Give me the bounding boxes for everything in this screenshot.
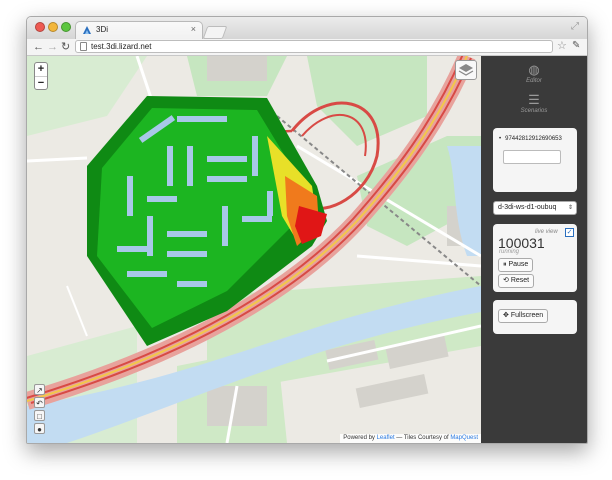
wrench-icon[interactable]: ✎	[572, 39, 580, 53]
building	[355, 373, 429, 409]
street	[27, 156, 88, 163]
sidebar: ◍ Editor ☰ Scenarios 97442812912690653 d…	[481, 56, 587, 443]
browser-tab[interactable]: 3Di ×	[75, 21, 203, 39]
tab-close-icon[interactable]: ×	[191, 24, 196, 34]
scenarios-button[interactable]: ☰ Scenarios	[497, 92, 571, 114]
page-icon	[80, 42, 87, 51]
pause-label: Pause	[508, 261, 529, 268]
live-view-checkbox[interactable]: ✓	[565, 228, 574, 237]
park-area	[307, 56, 427, 146]
timestep-counter: 100031	[498, 235, 545, 251]
pause-button[interactable]: ⏸ Pause	[498, 258, 534, 272]
new-tab-button[interactable]	[202, 26, 228, 39]
tab-title: 3Di	[96, 25, 109, 34]
attribution-middle: — Tiles Courtesy of	[396, 435, 449, 441]
map-tools: ↗ ↶ □ ●	[34, 384, 45, 436]
scenario-id[interactable]: 97442812912690653	[499, 136, 562, 142]
star-icon[interactable]: ☆	[557, 39, 567, 53]
tab-favicon-icon	[83, 26, 91, 34]
map-canvas[interactable]	[27, 56, 481, 443]
undo-tool-icon[interactable]: ↶	[34, 397, 45, 408]
browser-window: 3Di × ⤢ ← → ↻ test.3di.lizard.net ☆ ✎ + …	[26, 16, 588, 444]
page-content: + − ↗ ↶ □ ● Powered by Leaflet — Tiles C…	[27, 56, 587, 443]
fullscreen-button[interactable]: ✥ Fullscreen	[498, 309, 549, 323]
mapquest-link[interactable]: MapQuest	[450, 435, 478, 441]
attribution-prefix: Powered by	[343, 435, 375, 441]
building	[207, 56, 267, 81]
minimize-window-button[interactable]	[48, 22, 58, 32]
stack-icon: ☰	[528, 92, 540, 107]
close-window-button[interactable]	[35, 22, 45, 32]
title-bar: 3Di × ⤢	[27, 17, 587, 39]
fullscreen-arrows-icon[interactable]: ⤢	[571, 21, 579, 32]
layers-icon[interactable]	[455, 60, 477, 80]
select-arrows-icon: ⇕	[567, 205, 573, 211]
pause-icon: ⏸	[503, 261, 507, 268]
editor-label: Editor	[526, 78, 542, 84]
square-tool-icon[interactable]: □	[34, 410, 45, 421]
zoom-in-button[interactable]: +	[35, 63, 47, 77]
zoom-control: + −	[34, 62, 48, 90]
draw-tool-icon[interactable]: ↗	[34, 384, 45, 395]
back-arrow-icon[interactable]: ←	[33, 40, 44, 54]
maximize-window-button[interactable]	[61, 22, 71, 32]
street	[356, 254, 481, 268]
scenario-input[interactable]	[503, 150, 561, 164]
url-text[interactable]: test.3di.lizard.net	[91, 41, 151, 52]
simulation-panel: live view ✓ 100031 running ⏸ Pause ⟲ Res…	[493, 224, 577, 292]
scenario-panel: 97442812912690653	[493, 128, 577, 192]
map-attribution: Powered by Leaflet — Tiles Courtesy of M…	[340, 434, 481, 443]
reset-button[interactable]: ⟲ Reset	[498, 274, 535, 288]
scenarios-label: Scenarios	[520, 108, 548, 114]
forward-arrow-icon[interactable]: →	[47, 40, 58, 54]
reload-icon[interactable]: ↻	[61, 40, 70, 54]
street	[66, 285, 88, 337]
fullscreen-label: Fullscreen	[510, 312, 544, 319]
status-text: running	[499, 249, 520, 255]
model-select-value: d-3di-ws-d1-oubuq	[498, 204, 557, 211]
address-bar[interactable]: test.3di.lizard.net	[75, 40, 553, 53]
leaflet-link[interactable]: Leaflet	[377, 435, 395, 441]
pin-tool-icon[interactable]: ●	[34, 423, 45, 434]
model-select[interactable]: d-3di-ws-d1-oubuq ⇕	[493, 201, 577, 215]
editor-button[interactable]: ◍ Editor	[497, 62, 571, 84]
zoom-out-button[interactable]: −	[35, 77, 47, 90]
map-view[interactable]: + − ↗ ↶ □ ● Powered by Leaflet — Tiles C…	[27, 56, 481, 443]
fullscreen-icon: ✥	[503, 312, 509, 319]
reset-icon: ⟲	[503, 277, 509, 284]
browser-toolbar: ← → ↻ test.3di.lizard.net ☆ ✎	[27, 39, 587, 56]
reset-label: Reset	[510, 277, 530, 284]
fullscreen-panel: ✥ Fullscreen	[493, 300, 577, 334]
globe-icon: ◍	[528, 62, 540, 77]
